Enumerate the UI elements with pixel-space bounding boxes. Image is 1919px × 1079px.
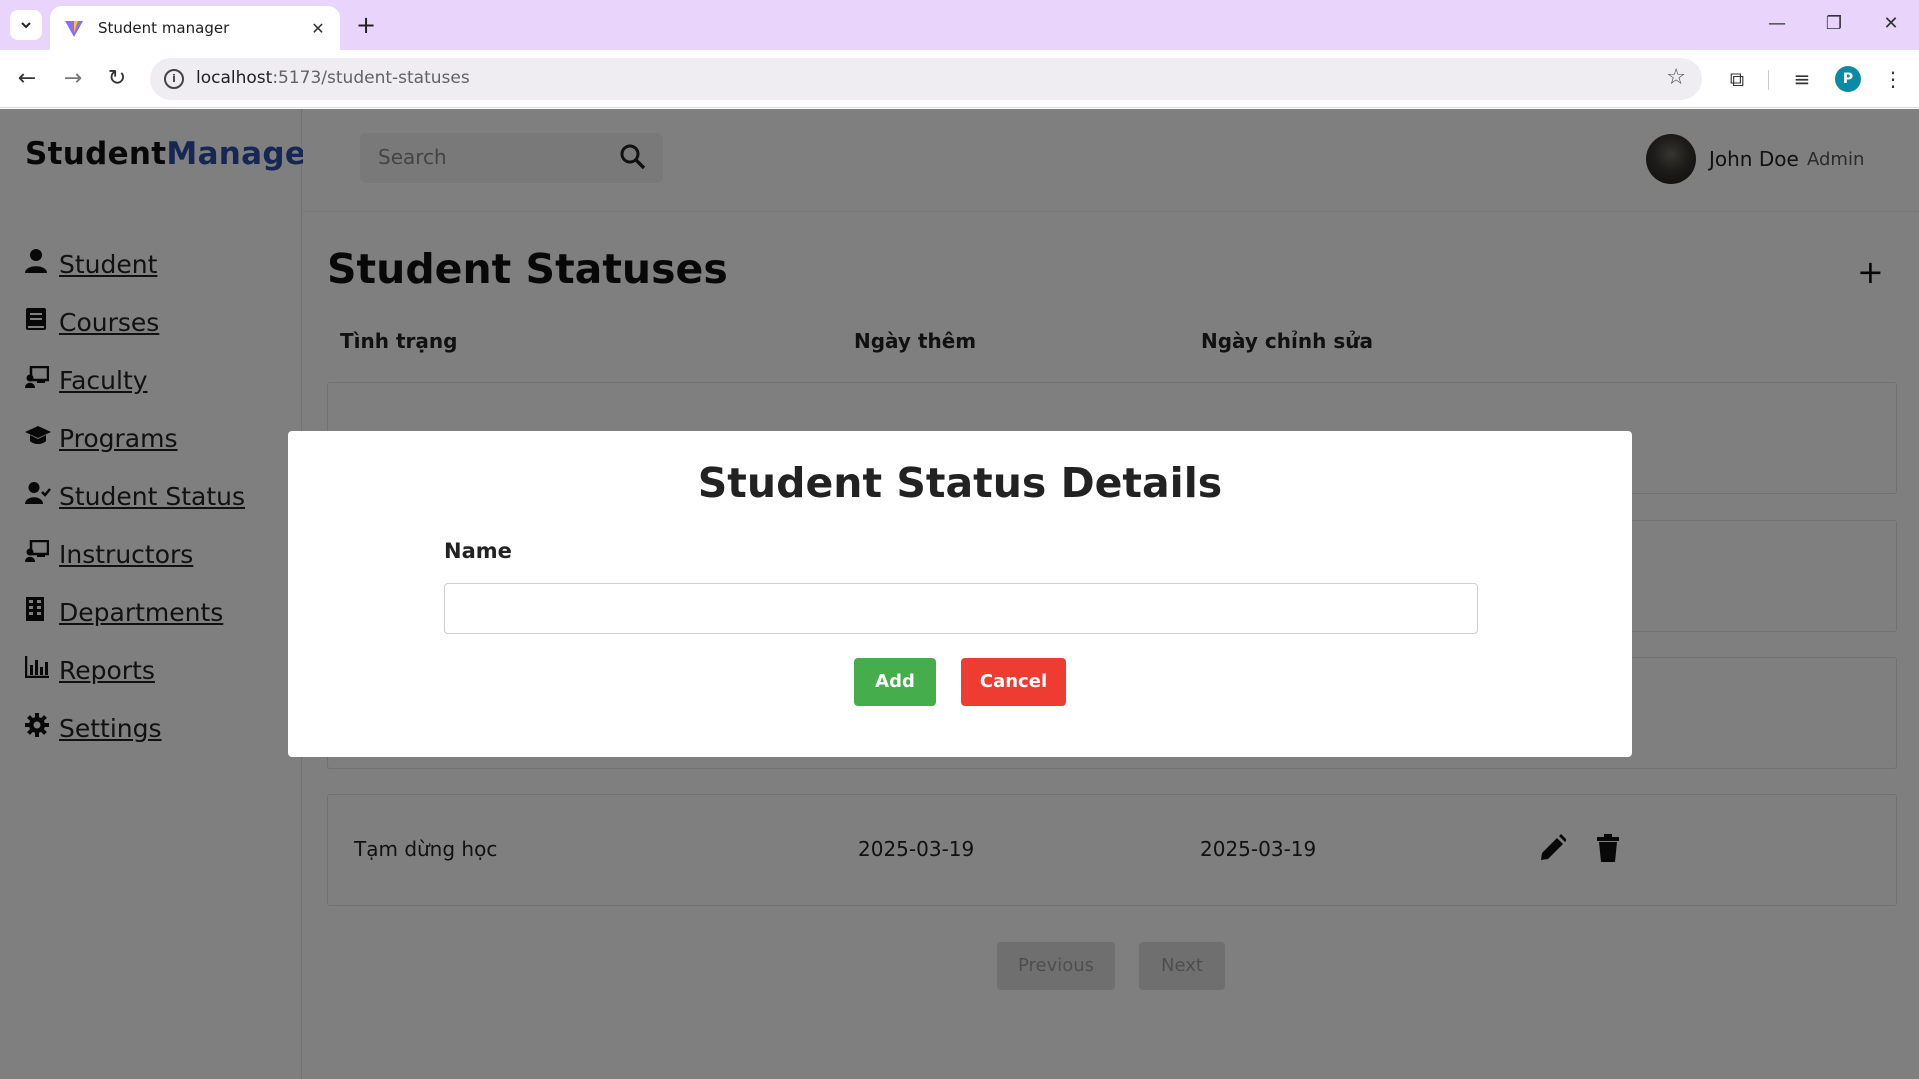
menu-kebab-icon[interactable]: ⋮	[1878, 64, 1908, 94]
tab-title: Student manager	[98, 19, 230, 37]
url-text[interactable]: localhost:5173/student-statuses	[196, 68, 470, 88]
forward-icon[interactable]: →	[58, 64, 88, 94]
reload-icon[interactable]: ↻	[102, 64, 132, 94]
site-info-icon[interactable]: i	[164, 69, 184, 89]
address-bar[interactable]: i localhost:5173/student-statuses ☆	[150, 58, 1702, 100]
add-button[interactable]: Add	[854, 658, 936, 706]
chevron-down-icon	[21, 22, 31, 29]
browser-tab[interactable]: Student manager ✕	[50, 6, 340, 50]
name-field[interactable]	[444, 583, 1478, 634]
name-field-label: Name	[444, 539, 512, 563]
browser-tabstrip: Student manager ✕ + — ❐ ✕	[0, 0, 1919, 50]
browser-toolbar: ← → ↻ i localhost:5173/student-statuses …	[0, 50, 1919, 108]
toolbar-separator	[1768, 70, 1769, 90]
close-icon[interactable]: ✕	[308, 19, 328, 38]
extensions-icon[interactable]: ⧉	[1722, 64, 1752, 94]
vite-favicon-icon	[65, 21, 83, 37]
tab-search-button[interactable]	[10, 10, 42, 40]
student-status-modal: Student Status Details Name Add Cancel	[288, 431, 1632, 757]
minimize-icon[interactable]: —	[1757, 10, 1797, 38]
new-tab-button[interactable]: +	[352, 12, 380, 40]
profile-avatar[interactable]: P	[1835, 66, 1861, 92]
back-icon[interactable]: ←	[12, 64, 42, 94]
modal-title: Student Status Details	[697, 459, 1223, 507]
media-controls-icon[interactable]: ≡	[1787, 64, 1817, 94]
restore-icon[interactable]: ❐	[1814, 10, 1854, 38]
cancel-button[interactable]: Cancel	[961, 658, 1066, 706]
bookmark-star-icon[interactable]: ☆	[1666, 65, 1686, 90]
window-close-icon[interactable]: ✕	[1871, 10, 1911, 38]
